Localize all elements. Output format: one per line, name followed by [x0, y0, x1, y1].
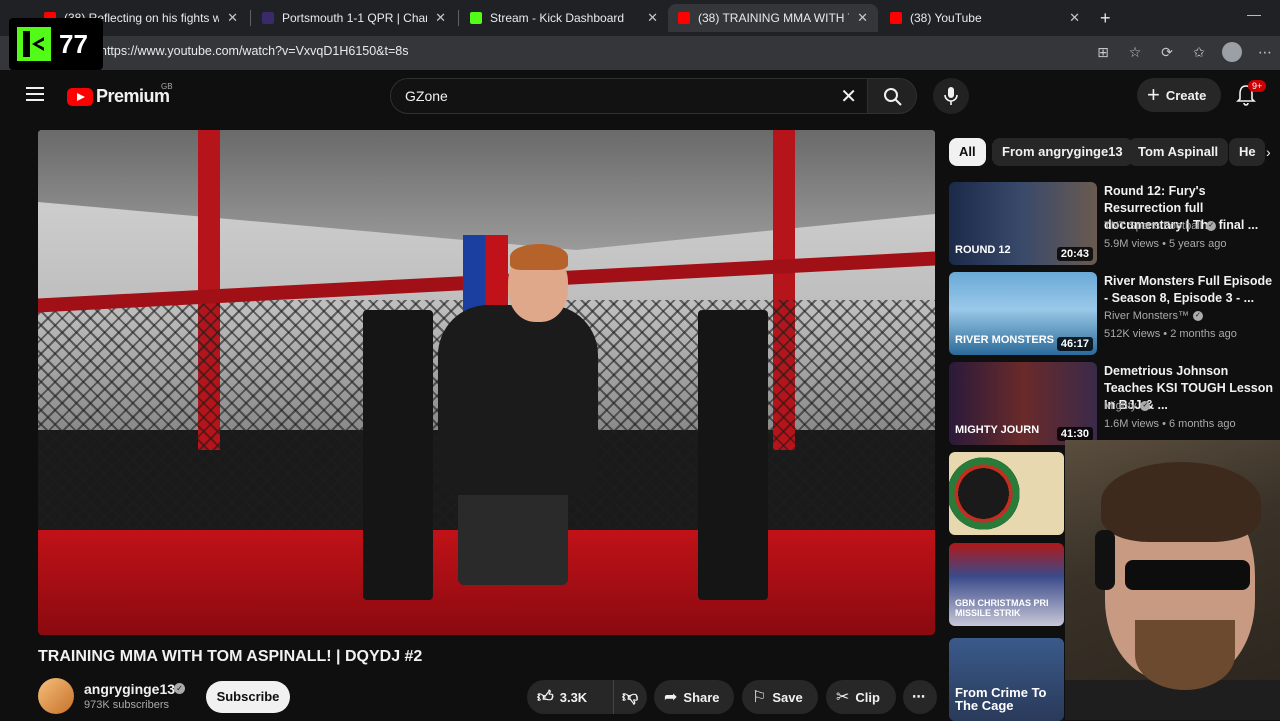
url-field[interactable]: https://www.youtube.com/watch?v=VxvqD1H6…: [100, 44, 409, 58]
rec-channel[interactable]: Mighty ✓: [1104, 400, 1151, 412]
rec-thumbnail[interactable]: RIVER MONSTERS 46:17: [949, 272, 1097, 355]
kick-viewer-overlay: 77: [9, 18, 103, 70]
youtube-favicon-icon: [890, 12, 902, 24]
rec-meta: 1.6M views • 6 months ago: [1104, 418, 1236, 430]
search-input[interactable]: GZone ✕: [390, 78, 868, 114]
close-tab-icon[interactable]: ✕: [857, 10, 868, 26]
rec-channel[interactable]: River Monsters™ ✓: [1104, 310, 1203, 322]
chip-all[interactable]: All: [949, 138, 986, 166]
video-title: TRAINING MMA WITH TOM ASPINALL! | DQYDJ …: [38, 648, 423, 665]
rec-title[interactable]: River Monsters Full Episode - Season 8, …: [1104, 273, 1274, 307]
browser-tab-bar: (38) Reflecting on his fights w ✕ Portsm…: [0, 0, 1280, 36]
subscriber-count: 973K subscribers: [84, 699, 169, 711]
channel-avatar[interactable]: [38, 678, 74, 714]
apps-icon[interactable]: ⊞: [1094, 44, 1112, 61]
channel-name[interactable]: angryginge13: [84, 681, 175, 697]
video-duration: 41:30: [1056, 427, 1093, 441]
notification-badge: 9+: [1248, 80, 1267, 92]
subscribe-button[interactable]: Subscribe: [206, 681, 290, 713]
close-tab-icon[interactable]: ✕: [647, 10, 658, 26]
clip-button[interactable]: ✂ Clip: [826, 680, 896, 714]
close-tab-icon[interactable]: ✕: [435, 10, 446, 26]
minimize-icon[interactable]: —: [1247, 6, 1261, 22]
verified-check-icon: ✓: [1140, 401, 1151, 412]
rec-thumbnail[interactable]: [949, 452, 1064, 535]
tab-divider: [250, 10, 251, 26]
tab-youtube[interactable]: (38) YouTube ✕: [880, 4, 1090, 32]
bookmark-icon: ⚐: [752, 689, 767, 706]
viewer-count: 77: [59, 28, 88, 59]
browser-toolbar: ⊞ ☆ ⟳ ✩ ⋯: [1094, 42, 1274, 62]
close-tab-icon[interactable]: ✕: [1069, 10, 1080, 26]
share-button[interactable]: ➦ Share: [654, 680, 734, 714]
plus-icon: +: [1147, 82, 1160, 107]
video-duration: 46:17: [1056, 337, 1093, 351]
share-arrow-icon: ➦: [664, 689, 678, 706]
favorite-star-icon[interactable]: ☆: [1126, 44, 1144, 61]
tab-training-mma[interactable]: (38) TRAINING MMA WITH TOM A ✕: [668, 4, 878, 32]
kick-logo-icon: [17, 27, 51, 61]
youtube-header: Premium GB GZone ✕ + Create 9+: [0, 70, 1280, 126]
chevron-right-icon[interactable]: ›: [1266, 144, 1271, 160]
hamburger-menu-icon[interactable]: [26, 87, 44, 101]
tab-divider: [458, 10, 459, 26]
youtube-play-icon: [67, 87, 93, 106]
thumbs-down-icon: 👎︎: [622, 688, 639, 706]
rec-channel[interactable]: TNT Sports Football ✓: [1104, 220, 1217, 232]
rec-thumbnail[interactable]: GBN CHRISTMAS PRI MISSILE STRIK: [949, 543, 1064, 626]
dislike-button[interactable]: 👎︎: [613, 680, 647, 714]
search-icon: [884, 88, 902, 106]
tab-kick-dashboard[interactable]: Stream - Kick Dashboard ✕: [460, 4, 668, 32]
more-dots-icon: ⋯: [912, 689, 925, 704]
save-button[interactable]: ⚐ Save: [742, 680, 818, 714]
search-button[interactable]: [867, 78, 917, 114]
kick-favicon-icon: [470, 12, 482, 24]
chip-from-channel[interactable]: From angryginge13: [992, 138, 1133, 166]
clear-search-icon[interactable]: ✕: [840, 84, 857, 109]
browser-menu-icon[interactable]: ⋯: [1256, 44, 1274, 61]
verified-check-icon: ✓: [1206, 221, 1217, 232]
youtube-favicon-icon: [678, 12, 690, 24]
chip-partial[interactable]: He: [1229, 138, 1265, 166]
profile-avatar-icon[interactable]: [1222, 42, 1242, 62]
more-actions-button[interactable]: ⋯: [903, 680, 937, 714]
rec-thumbnail[interactable]: ROUND 12 20:43: [949, 182, 1097, 265]
video-duration: 20:43: [1056, 247, 1093, 261]
like-button[interactable]: 👍︎ 3.3K: [527, 680, 613, 714]
favorites-icon[interactable]: ✩: [1190, 44, 1208, 61]
video-player[interactable]: [38, 130, 935, 635]
rec-thumbnail[interactable]: From Crime To The Cage: [949, 638, 1064, 721]
tab-portsmouth[interactable]: Portsmouth 1-1 QPR | Champions ✕: [252, 4, 456, 32]
youtube-premium-logo[interactable]: Premium GB: [67, 82, 173, 107]
thumbs-up-icon: 👍︎: [537, 688, 554, 706]
webcam-overlay: [1065, 440, 1280, 720]
microphone-icon: [944, 87, 958, 105]
close-tab-icon[interactable]: ✕: [227, 10, 238, 26]
site-favicon-icon: [262, 12, 274, 24]
voice-search-button[interactable]: [933, 78, 969, 114]
chip-tom-aspinall[interactable]: Tom Aspinall: [1128, 138, 1229, 166]
rec-meta: 512K views • 2 months ago: [1104, 328, 1237, 340]
new-tab-button[interactable]: +: [1100, 8, 1111, 29]
verified-check-icon: ✓: [174, 683, 185, 694]
create-button[interactable]: + Create: [1137, 78, 1221, 112]
rec-thumbnail[interactable]: MIGHTY JOURN 41:30: [949, 362, 1097, 445]
address-bar: https://www.youtube.com/watch?v=VxvqD1H6…: [0, 36, 1280, 70]
rec-meta: 5.9M views • 5 years ago: [1104, 238, 1227, 250]
scissors-icon: ✂: [836, 689, 850, 706]
extensions-icon[interactable]: ⟳: [1158, 44, 1176, 61]
verified-check-icon: ✓: [1192, 311, 1203, 322]
